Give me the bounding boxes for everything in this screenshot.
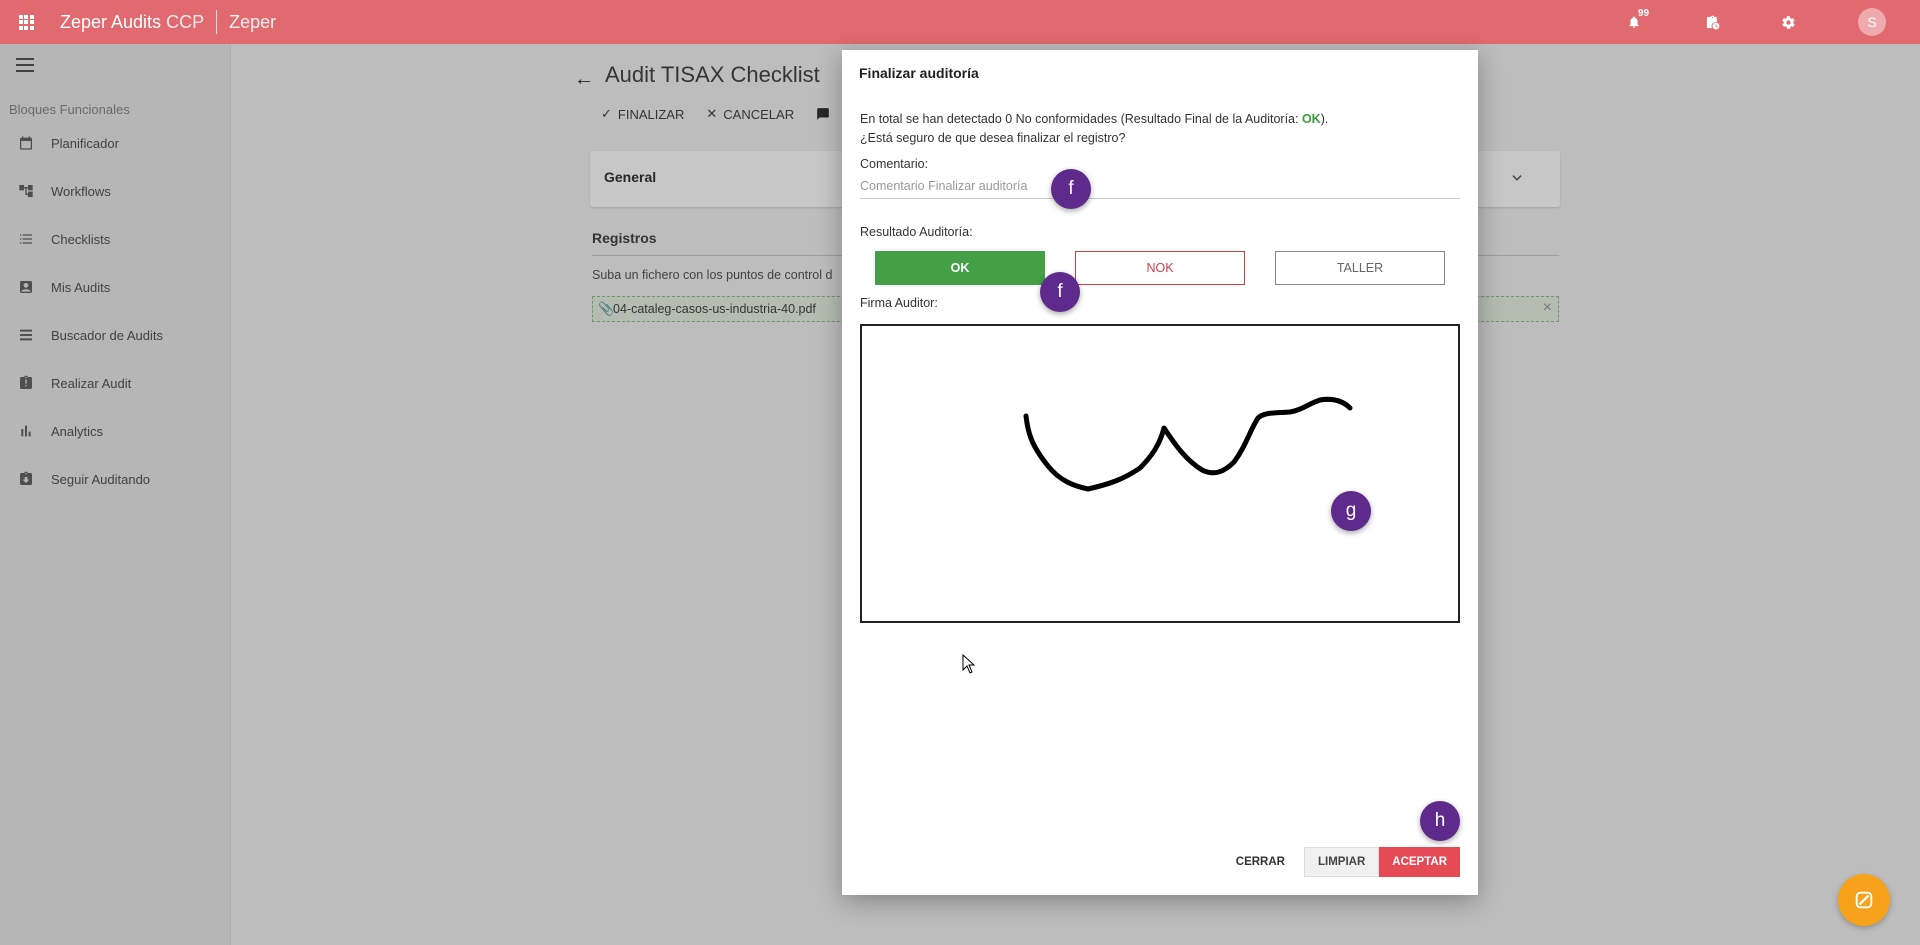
dialog-actions: CERRAR LIMPIAR ACEPTAR [1222,847,1460,877]
dialog-message: En total se han detectado 0 No conformid… [860,110,1328,148]
settings-button[interactable] [1768,0,1808,44]
audit-clipboard-button[interactable] [1692,0,1732,44]
message-result: OK [1301,112,1321,126]
message-suffix: ). [1320,112,1329,126]
mouse-cursor-icon [962,654,976,674]
comment-label: Comentario: [860,157,929,171]
aceptar-button[interactable]: ACEPTAR [1379,847,1460,877]
signature-stroke [1023,396,1353,492]
dialog-title: Finalizar auditoría [859,65,979,81]
clipboard-clock-icon [1706,15,1719,29]
result-taller-button[interactable]: TALLER [1275,251,1445,285]
brand-divider [216,10,218,34]
help-widget-button[interactable] [1838,874,1890,926]
result-nok-button[interactable]: NOK [1075,251,1245,285]
signature-label: Firma Auditor: [860,296,938,310]
result-label: Resultado Auditoría: [860,225,973,239]
step-marker-accept: h [1420,801,1460,841]
apps-grid-icon[interactable] [0,0,52,44]
step-marker-signature: g [1331,491,1371,531]
step-marker-comment: f [1051,169,1091,209]
tenant-name: Zeper [229,11,277,32]
top-bar: Zeper Audits CCP Zeper 99 S [0,0,1920,44]
cerrar-button[interactable]: CERRAR [1222,847,1298,877]
result-ok-button[interactable]: OK [875,251,1045,285]
finalizar-auditoria-dialog: Finalizar auditoría En total se han dete… [842,50,1478,895]
notifications-button[interactable]: 99 [1614,0,1654,44]
brand-name: Zeper Audits [60,11,162,32]
limpiar-button[interactable]: LIMPIAR [1303,847,1380,877]
avatar: S [1858,8,1886,36]
chat-pencil-icon [1855,891,1873,909]
gear-icon [1781,15,1795,29]
user-avatar-button[interactable]: S [1852,0,1892,44]
app-brand[interactable]: Zeper Audits CCP [60,12,204,33]
message-prefix: En total se han detectado 0 No conformid… [860,112,1302,126]
notification-count: 99 [1638,8,1650,19]
comment-input[interactable] [860,174,1460,199]
signature-pad[interactable] [860,324,1460,623]
step-marker-result: f [1040,272,1080,312]
confirm-question: ¿Está seguro de que desea finalizar el r… [860,131,1126,145]
brand-suffix: CCP [166,11,205,32]
